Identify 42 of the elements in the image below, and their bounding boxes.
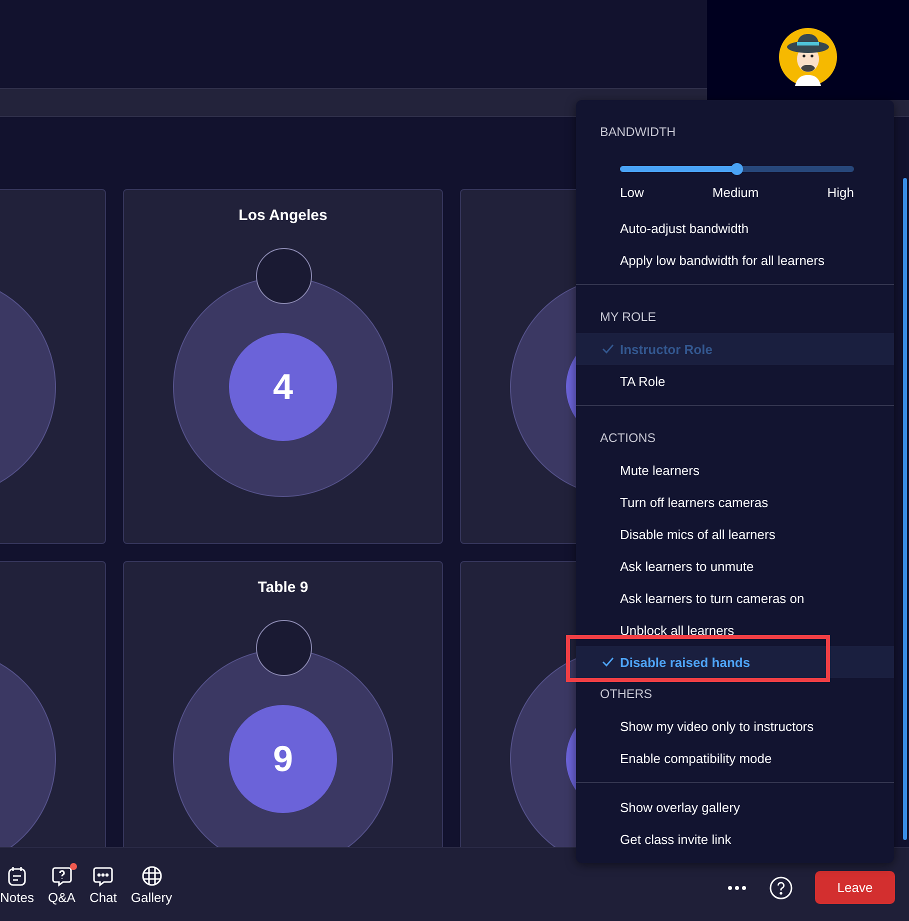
slider-label: Low <box>620 185 644 200</box>
menu-item[interactable]: Turn off learners cameras <box>576 486 894 518</box>
toolbar-button[interactable]: Notes <box>0 864 34 904</box>
menu-item[interactable]: Ask learners to unmute <box>576 550 894 582</box>
toolbar-button[interactable]: Gallery <box>130 864 172 904</box>
toolbar-button[interactable]: Q&A <box>48 864 76 904</box>
section-header: MY ROLE <box>599 309 658 326</box>
slider-thumb[interactable] <box>731 163 743 175</box>
menu-item[interactable]: Get class invite link <box>576 823 894 855</box>
slider-label: High <box>827 185 854 200</box>
grid-icon <box>140 864 162 886</box>
room-title: Table 9 <box>258 579 308 597</box>
question-bubble-icon <box>50 864 73 886</box>
count-number: 4 <box>272 366 294 408</box>
slider-label: Medium <box>712 185 759 200</box>
menu-item[interactable]: Apply low bandwidth for all learners <box>576 244 894 276</box>
help-button[interactable] <box>769 876 793 900</box>
menu-item[interactable]: Auto-adjust bandwidth <box>576 212 894 244</box>
menu-item[interactable]: Disable raised hands <box>576 646 894 678</box>
check-icon <box>602 344 614 354</box>
section-header: ACTIONS <box>599 430 657 447</box>
avatar-icon <box>779 28 837 86</box>
menu-item[interactable]: Show overlay gallery <box>576 791 894 823</box>
menu-item[interactable]: Enable compatibility mode <box>576 742 894 774</box>
notes-icon <box>6 864 28 886</box>
menu-item[interactable]: Ask learners to turn cameras on <box>576 582 894 614</box>
chat-bubble-icon <box>92 864 114 886</box>
more-button[interactable] <box>727 884 747 890</box>
scrollbar[interactable] <box>903 178 907 840</box>
section-header: BANDWIDTH <box>599 124 677 141</box>
menu-item[interactable]: TA Role <box>576 365 894 397</box>
count-number: 9 <box>272 738 294 780</box>
check-icon <box>602 657 614 667</box>
leave-button[interactable]: Leave <box>815 871 895 904</box>
menu-item[interactable]: Show my video only to instructors <box>576 710 894 742</box>
toolbar-button[interactable]: Chat <box>89 864 117 904</box>
section-header: OTHERS <box>599 686 654 703</box>
room-title: Los Angeles <box>238 207 328 225</box>
menu-item[interactable]: Mute learners <box>576 454 894 486</box>
bandwidth-slider[interactable] <box>620 166 854 172</box>
menu-item[interactable]: Unblock all learners <box>576 614 894 646</box>
menu-item[interactable]: Disable mics of all learners <box>576 518 894 550</box>
